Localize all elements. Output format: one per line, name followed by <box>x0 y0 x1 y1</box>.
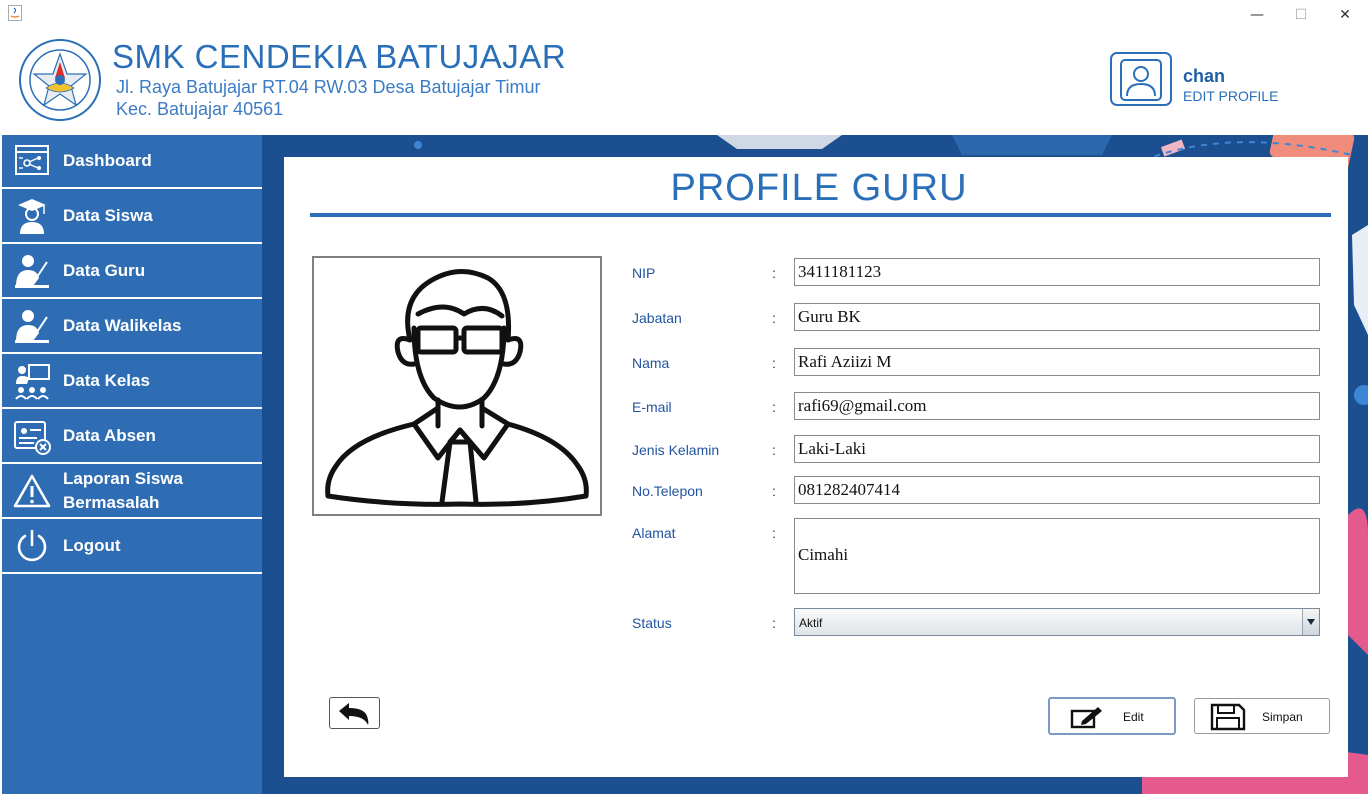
status-label: Status <box>632 615 672 631</box>
school-logo <box>19 39 101 121</box>
user-name: chan <box>1183 66 1226 86</box>
sidebar-item-label: Laporan Siswa Bermasalah <box>63 469 183 512</box>
minimize-button[interactable]: — <box>1234 2 1280 28</box>
alamat-colon: : <box>772 525 776 541</box>
sidebar-item-label: Data Walikelas <box>63 316 182 335</box>
sidebar-item-dashboard[interactable]: Dashboard <box>2 135 262 189</box>
status-colon: : <box>772 615 776 631</box>
main-panel: PROFILE GURU NIP Jabatan Nama E-mail Jen… <box>284 157 1348 777</box>
email-colon: : <box>772 399 776 415</box>
nama-field[interactable]: Rafi Aziizi M <box>794 348 1320 376</box>
java-icon <box>8 5 22 21</box>
school-name: SMK CENDEKIA BATUJAJAR <box>112 38 567 75</box>
user-avatar-icon <box>1120 59 1162 101</box>
attendance-icon <box>12 416 52 456</box>
classroom-icon <box>12 361 52 401</box>
dashboard-icon <box>12 141 52 181</box>
sidebar-item-data-kelas[interactable]: Data Kelas <box>2 355 262 409</box>
nip-field[interactable]: 3411181123 <box>794 258 1320 286</box>
edit-profile-link[interactable]: EDIT PROFILE <box>1183 88 1278 104</box>
sidebar-item-label: Data Absen <box>63 426 156 445</box>
power-icon <box>12 526 52 566</box>
address-line-2: Kec. Batujajar 40561 <box>116 99 284 119</box>
status-select[interactable]: Aktif <box>794 608 1320 636</box>
sidebar-item-data-absen[interactable]: Data Absen <box>2 410 262 464</box>
sidebar-item-label: Logout <box>63 536 121 555</box>
back-arrow-icon <box>339 703 369 725</box>
telepon-colon: : <box>772 483 776 499</box>
simpan-button[interactable]: Simpan <box>1194 698 1330 734</box>
maximize-button[interactable]: ☐ <box>1278 2 1324 28</box>
nip-label: NIP <box>632 265 656 281</box>
jabatan-field[interactable]: Guru BK <box>794 303 1320 331</box>
status-selected-value: Aktif <box>799 616 823 630</box>
simpan-button-label: Simpan <box>1262 710 1303 724</box>
nama-label: Nama <box>632 355 670 371</box>
jenis-kelamin-colon: : <box>772 442 776 458</box>
teacher-icon <box>12 251 52 291</box>
jenis-kelamin-field[interactable]: Laki-Laki <box>794 435 1320 463</box>
user-avatar-button[interactable] <box>1110 52 1172 106</box>
page-title: PROFILE GURU <box>670 167 968 209</box>
edit-icon <box>1070 707 1102 729</box>
alamat-label: Alamat <box>632 525 676 541</box>
alamat-field[interactable]: Cimahi <box>794 518 1320 594</box>
telepon-field[interactable]: 081282407414 <box>794 476 1320 504</box>
sidebar-item-label: Data Siswa <box>63 206 153 225</box>
warning-icon <box>12 471 52 511</box>
sidebar-item-data-walikelas[interactable]: Data Walikelas <box>2 300 262 354</box>
sidebar-item-data-siswa[interactable]: Data Siswa <box>2 190 262 244</box>
address-line-1: Jl. Raya Batujajar RT.04 RW.03 Desa Batu… <box>116 77 541 97</box>
nip-colon: : <box>772 265 776 281</box>
sidebar-item-label: Data Kelas <box>63 371 150 390</box>
sidebar: Dashboard Data Siswa Data Guru Data Wali… <box>2 135 262 794</box>
title-divider <box>310 213 1331 217</box>
app-header: SMK CENDEKIA BATUJAJAR Jl. Raya Batujaja… <box>0 30 1370 135</box>
save-icon <box>1210 703 1246 731</box>
sidebar-item-laporan-siswa-bermasalah[interactable]: Laporan Siswa Bermasalah <box>2 465 262 519</box>
title-bar: — ☐ ✕ <box>0 0 1370 30</box>
back-button[interactable] <box>329 697 380 729</box>
chevron-down-icon[interactable] <box>1302 609 1319 635</box>
sidebar-item-label: Data Guru <box>63 261 146 280</box>
nama-colon: : <box>772 355 776 371</box>
close-button[interactable]: ✕ <box>1322 2 1368 28</box>
sidebar-item-label: Dashboard <box>63 151 152 170</box>
edit-button[interactable]: Edit <box>1048 697 1176 735</box>
profile-photo <box>312 256 602 516</box>
jabatan-label: Jabatan <box>632 310 682 326</box>
sidebar-item-logout[interactable]: Logout <box>2 520 262 574</box>
email-field[interactable]: rafi69@gmail.com <box>794 392 1320 420</box>
sidebar-item-data-guru[interactable]: Data Guru <box>2 245 262 299</box>
teacher-avatar-icon <box>325 269 589 507</box>
email-label: E-mail <box>632 399 672 415</box>
homeroom-teacher-icon <box>12 306 52 346</box>
jenis-kelamin-label: Jenis Kelamin <box>632 442 720 458</box>
edit-button-label: Edit <box>1123 710 1144 724</box>
telepon-label: No.Telepon <box>632 483 703 499</box>
student-icon <box>12 196 52 236</box>
jabatan-colon: : <box>772 310 776 326</box>
school-address: Jl. Raya Batujajar RT.04 RW.03 Desa Batu… <box>116 76 541 120</box>
